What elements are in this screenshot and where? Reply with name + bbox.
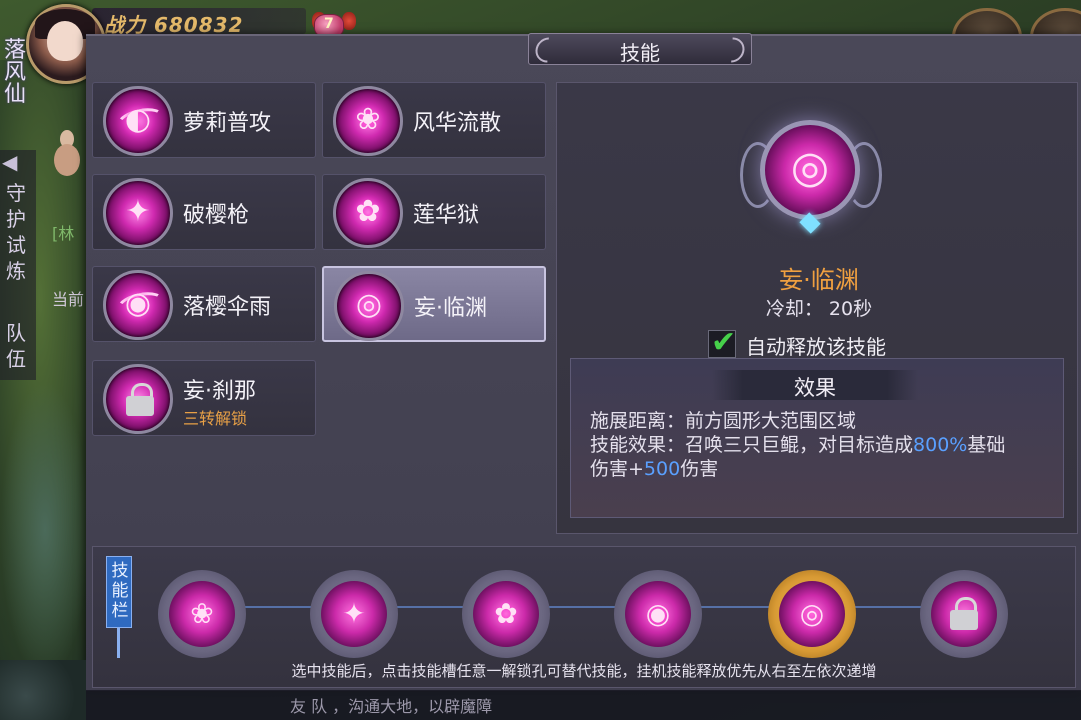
skill-card-4[interactable]: ✿ 莲华狱 <box>322 174 546 250</box>
skill-icon: ◐ <box>103 86 173 156</box>
auto-cast-label: 自动释放该技能 <box>746 335 886 359</box>
damage-flat: 500 <box>643 458 681 480</box>
skill-name: 妄·刹那 <box>183 379 256 404</box>
effect-description: 技能效果：召唤三只巨鲲，对目标造成800%基础 <box>590 434 1006 456</box>
skill-card-1[interactable]: ◐ 萝莉普攻 <box>92 82 316 158</box>
title-plate: 技能 <box>528 32 752 68</box>
effect-range: 施展距离：前方圆形大范围区域 <box>590 410 857 432</box>
collapse-arrow-icon[interactable]: ◀ <box>2 150 17 174</box>
lock-icon <box>950 597 978 630</box>
team-tab[interactable]: 队伍 <box>6 320 32 372</box>
skill-bar-hint: 选中技能后，点击技能槽任意一解锁孔可替代技能，挂机技能释放优先从右至左依次递增 <box>291 662 877 680</box>
chat-message: 友 队 ，沟通大地，以辟魔障 <box>290 697 493 716</box>
auto-cast-checkbox[interactable]: ✔ <box>708 325 736 360</box>
skill-slot-1[interactable]: ❀ <box>158 570 246 658</box>
skill-name: 破樱枪 <box>183 203 250 228</box>
skill-name: 风华流散 <box>413 111 502 136</box>
gem-count: 7 <box>324 16 334 32</box>
player-name: 落风仙 <box>4 38 27 107</box>
skill-icon: ❀ <box>333 86 403 156</box>
skill-slot-6-locked[interactable] <box>920 570 1008 658</box>
effect-description-cont: 伤害+500伤害 <box>590 458 719 480</box>
skill-icon: ✦ <box>103 178 173 248</box>
skill-slot-2[interactable]: ✦ <box>310 570 398 658</box>
panel-title: 技能 <box>620 41 660 65</box>
skill-bar-tag: 技能栏 <box>106 556 132 628</box>
avatar-face <box>47 21 83 61</box>
skill-card-5[interactable]: ◉ 落樱伞雨 <box>92 266 316 342</box>
effect-title: 效果 <box>794 376 836 400</box>
quest-label: 当前 <box>52 290 85 309</box>
lock-icon <box>126 383 154 416</box>
quest-tag: [林 <box>52 224 75 243</box>
skill-card-3[interactable]: ✦ 破樱枪 <box>92 174 316 250</box>
skill-icon: ◉ <box>103 270 173 340</box>
skill-name: 莲华狱 <box>413 203 480 228</box>
gourd-icon <box>52 130 82 190</box>
background-shadow <box>0 380 90 680</box>
skill-slot-5[interactable]: ◎ <box>768 570 856 658</box>
skill-card-2[interactable]: ❀ 风华流散 <box>322 82 546 158</box>
guard-trial-tab[interactable]: 守护试炼 <box>6 180 32 284</box>
skill-slot-3[interactable]: ✿ <box>462 570 550 658</box>
skill-card-7-locked[interactable]: 妄·刹那 三转解锁 <box>92 360 316 436</box>
skill-bar-label: 技能栏 <box>111 561 129 621</box>
skill-card-6[interactable]: ◎ 妄·临渊 <box>322 266 546 342</box>
skill-icon: ◎ <box>334 271 404 341</box>
cooldown-text: 冷却： 20秒 <box>765 298 873 320</box>
skill-name: 妄·临渊 <box>414 296 487 321</box>
skill-name: 落樱伞雨 <box>183 295 272 320</box>
skill-icon: ✿ <box>333 178 403 248</box>
mount-button[interactable] <box>0 660 86 720</box>
unlock-requirement: 三转解锁 <box>183 409 248 428</box>
skill-name: 萝莉普攻 <box>183 111 272 136</box>
tag-tassel <box>117 628 120 658</box>
skill-icon <box>103 364 173 434</box>
selected-skill-icon: ◎ <box>760 120 860 220</box>
damage-percent: 800% <box>913 434 968 456</box>
chat-bar[interactable] <box>86 690 1081 720</box>
selected-skill-emblem: ◎ <box>740 112 882 242</box>
detail-skill-name: 妄·临渊 <box>779 266 859 294</box>
skill-slot-4[interactable]: ◉ <box>614 570 702 658</box>
check-icon: ✔ <box>711 325 737 360</box>
